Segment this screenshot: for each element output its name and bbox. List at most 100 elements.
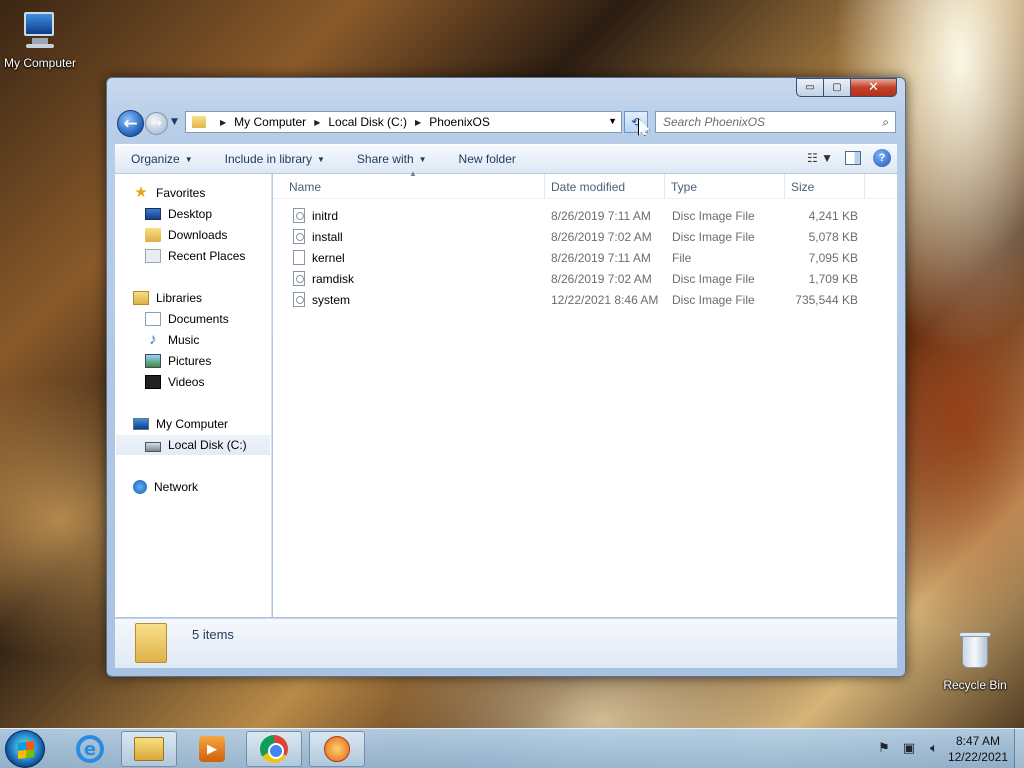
disc-image-file-icon xyxy=(293,271,305,286)
nav-favorites[interactable]: ★ Favorites xyxy=(133,183,205,203)
breadcrumb-phoenixos[interactable]: PhoenixOS xyxy=(429,115,490,129)
file-row[interactable]: install 8/26/2019 7:02 AM Disc Image Fil… xyxy=(273,226,897,247)
column-headers: ▲ Name Date modified Type Size xyxy=(273,169,897,199)
nav-item-recent-places[interactable]: Recent Places xyxy=(145,246,245,266)
chevron-right-icon[interactable]: ▶ xyxy=(415,118,421,127)
nav-network[interactable]: Network xyxy=(133,477,198,497)
chevron-right-icon[interactable]: ▶ xyxy=(220,118,226,127)
file-name: system xyxy=(312,292,351,307)
clock-time: 8:47 AM xyxy=(955,734,1000,748)
view-controls: ☷ ▼ ? xyxy=(807,149,891,167)
volume-icon[interactable]: 🔈︎ xyxy=(926,741,942,757)
disc-image-file-icon xyxy=(293,292,305,307)
folder-icon xyxy=(192,116,206,128)
recent-pages-dropdown[interactable]: ▼ xyxy=(171,117,178,127)
search-placeholder: Search PhoenixOS xyxy=(663,115,766,129)
libraries-icon xyxy=(133,291,149,305)
file-row[interactable]: system 12/22/2021 8:46 AM Disc Image Fil… xyxy=(273,289,897,310)
start-button[interactable] xyxy=(5,730,45,768)
nav-item-label: Music xyxy=(168,333,200,347)
change-view-icon[interactable]: ☷ ▼ xyxy=(807,151,833,165)
videos-icon xyxy=(145,375,161,389)
nav-my-computer[interactable]: My Computer xyxy=(133,414,228,434)
windows-explorer-icon xyxy=(134,737,164,761)
taskbar-internet-explorer[interactable]: e xyxy=(62,731,118,767)
nav-item-pictures[interactable]: Pictures xyxy=(145,351,211,371)
taskbar-windows-explorer[interactable] xyxy=(121,731,177,767)
recycle-bin-icon xyxy=(953,630,997,674)
column-header-name[interactable]: Name xyxy=(283,174,545,199)
taskbar-chrome[interactable] xyxy=(246,731,302,767)
address-dropdown-icon[interactable]: ▼ xyxy=(608,116,617,126)
taskbar: e ▶ ⚑ ▣ 🔈︎ 8:47 AM 12/22/2021 xyxy=(0,728,1024,768)
column-header-type[interactable]: Type xyxy=(665,174,785,199)
nav-item-desktop[interactable]: Desktop xyxy=(145,204,212,224)
navigation-row: ← → ▼ ▶ My Computer ▶ Local Disk (C:) ▶ … xyxy=(115,109,897,137)
organize-button[interactable]: Organize ▼ xyxy=(115,152,209,166)
action-center-icon[interactable]: ⚑ xyxy=(876,741,892,757)
media-player-icon: ▶ xyxy=(199,736,225,762)
folder-icon xyxy=(135,623,167,663)
include-in-library-label: Include in library xyxy=(224,152,312,166)
network-icon xyxy=(133,480,147,494)
nav-my-computer-label: My Computer xyxy=(156,417,229,431)
forward-button[interactable]: → xyxy=(145,112,168,135)
file-name: ramdisk xyxy=(312,271,355,286)
chevron-down-icon: ▼ xyxy=(184,154,193,164)
nav-item-label: Pictures xyxy=(168,354,212,368)
nav-item-music[interactable]: ♪ Music xyxy=(145,330,199,350)
search-icon[interactable]: ⌕ xyxy=(882,115,889,130)
nav-item-documents[interactable]: Documents xyxy=(145,309,229,329)
new-folder-button[interactable]: New folder xyxy=(443,152,532,166)
file-row[interactable]: ramdisk 8/26/2019 7:02 AM Disc Image Fil… xyxy=(273,268,897,289)
column-header-size[interactable]: Size xyxy=(785,174,865,199)
new-folder-label: New folder xyxy=(458,152,516,166)
system-tray: ⚑ ▣ 🔈︎ xyxy=(876,741,942,757)
chevron-right-icon[interactable]: ▶ xyxy=(314,118,320,127)
desktop-icon-recycle-bin[interactable]: Recycle Bin xyxy=(935,630,1015,692)
breadcrumb-my-computer[interactable]: My Computer xyxy=(234,115,306,129)
nav-item-downloads[interactable]: Downloads xyxy=(145,225,227,245)
file-size: 7,095 KB xyxy=(808,250,858,265)
desktop-icon-my-computer[interactable]: My Computer xyxy=(0,8,80,70)
command-bar: Organize ▼ Include in library ▼ Share with… xyxy=(115,144,897,174)
taskbar-phoenixos-installer[interactable] xyxy=(309,731,365,767)
clock[interactable]: 8:47 AM 12/22/2021 xyxy=(948,733,1008,765)
nav-item-label: Documents xyxy=(168,312,229,326)
back-button[interactable]: ← xyxy=(117,110,144,137)
file-row[interactable]: initrd 8/26/2019 7:11 AM Disc Image File… xyxy=(273,205,897,226)
preview-pane-icon[interactable] xyxy=(845,151,861,165)
explorer-window: ▭ ▢ ✕ ← → ▼ ▶ My Computer ▶ Local Disk (… xyxy=(106,77,906,677)
nav-item-videos[interactable]: Videos xyxy=(145,372,204,392)
column-header-date-modified[interactable]: Date modified xyxy=(545,174,665,199)
share-with-button[interactable]: Share with ▼ xyxy=(341,152,443,166)
my-computer-icon xyxy=(18,8,62,52)
organize-label: Organize xyxy=(131,152,180,166)
help-icon[interactable]: ? xyxy=(873,149,891,167)
show-desktop-button[interactable] xyxy=(1014,729,1024,768)
nav-item-local-disk[interactable]: Local Disk (C:) xyxy=(116,435,270,455)
recent-places-icon xyxy=(145,249,161,263)
taskbar-media-player[interactable]: ▶ xyxy=(184,731,240,767)
search-input[interactable]: Search PhoenixOS ⌕ xyxy=(655,111,896,133)
nav-network-label: Network xyxy=(154,480,199,494)
nav-item-label: Videos xyxy=(168,375,205,389)
file-icon xyxy=(293,250,305,265)
phoenixos-installer-icon xyxy=(324,736,350,762)
address-bar[interactable]: ▶ My Computer ▶ Local Disk (C:) ▶ Phoeni… xyxy=(185,111,622,133)
close-button[interactable]: ✕ xyxy=(851,78,897,97)
file-date: 12/22/2021 8:46 AM xyxy=(551,292,659,307)
windows-logo-icon xyxy=(18,741,34,759)
minimize-button[interactable]: ▭ xyxy=(796,78,824,97)
file-row[interactable]: kernel 8/26/2019 7:11 AM File 7,095 KB xyxy=(273,247,897,268)
documents-icon xyxy=(145,312,161,326)
local-disk-icon xyxy=(145,442,161,452)
include-in-library-button[interactable]: Include in library ▼ xyxy=(209,152,341,166)
network-status-icon[interactable]: ▣ xyxy=(901,741,917,757)
chevron-down-icon: ▼ xyxy=(317,154,325,164)
pictures-icon xyxy=(145,354,161,368)
nav-libraries[interactable]: Libraries xyxy=(133,288,202,308)
file-date: 8/26/2019 7:02 AM xyxy=(551,229,652,244)
maximize-button[interactable]: ▢ xyxy=(824,78,851,97)
breadcrumb-local-disk[interactable]: Local Disk (C:) xyxy=(328,115,407,129)
